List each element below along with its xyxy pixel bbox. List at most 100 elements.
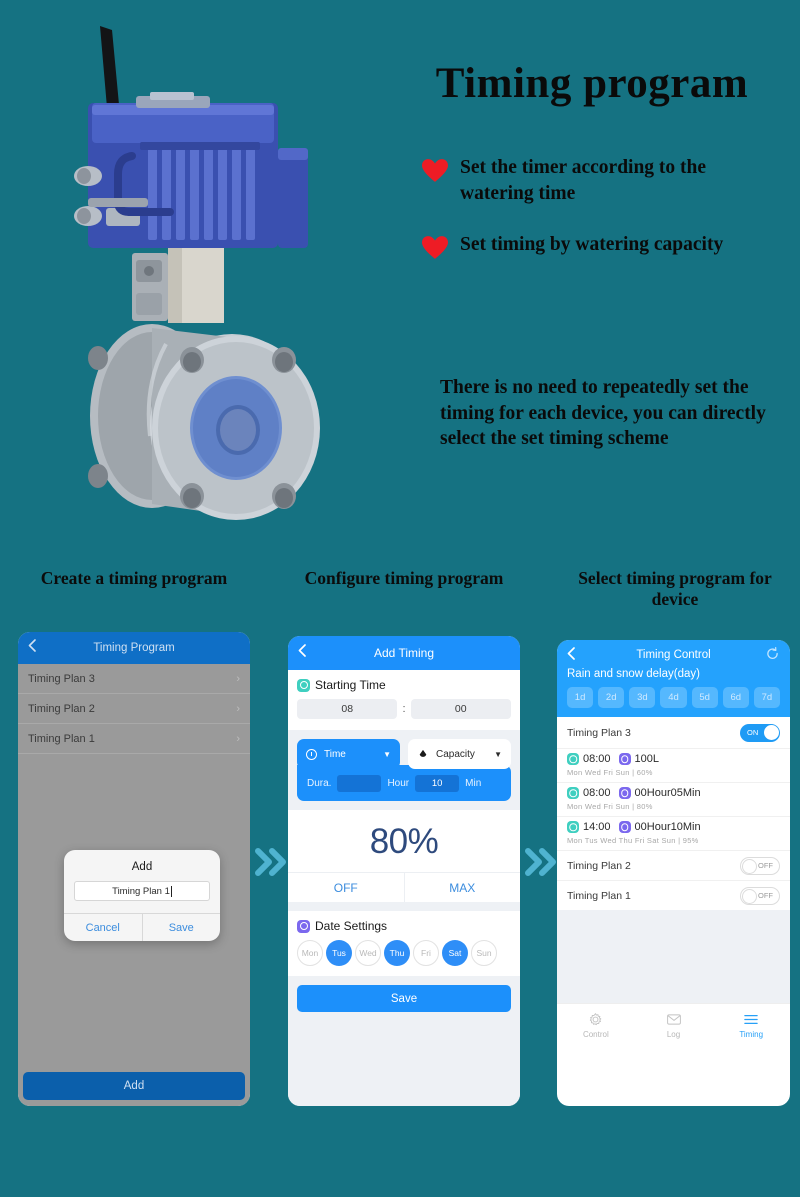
- refresh-icon[interactable]: [766, 647, 779, 660]
- delay-chip-5d[interactable]: 5d: [691, 687, 718, 708]
- tab-time-label: Time: [324, 748, 346, 760]
- list-item[interactable]: Timing Plan 3 ›: [18, 664, 250, 694]
- toggle-knob: [742, 858, 757, 874]
- capacity-square-icon: [618, 787, 631, 799]
- phone2-title: Add Timing: [373, 646, 435, 660]
- text-caret: [170, 885, 172, 897]
- plan-name: Timing Plan 2: [567, 859, 631, 872]
- cancel-button[interactable]: Cancel: [64, 914, 143, 941]
- delay-chip-6d[interactable]: 6d: [722, 687, 749, 708]
- list-item-label: Timing Plan 1: [28, 732, 95, 745]
- list-item[interactable]: Timing Plan 2 ›: [18, 694, 250, 724]
- chevron-down-icon: ▼: [383, 749, 391, 759]
- schedule-days: Mon Wed Fri Sun: [567, 768, 630, 777]
- clock-square-icon: [567, 821, 579, 833]
- schedule-row[interactable]: 14:00 00Hour10Min Mon Tus Wed Thu Fri Sa…: [557, 816, 790, 850]
- list-item[interactable]: Timing Plan 1 ›: [18, 724, 250, 754]
- schedule-amount: 00Hour10Min: [634, 821, 701, 833]
- schedule-percent: 95%: [682, 836, 699, 845]
- heart-icon: [422, 236, 448, 259]
- add-button[interactable]: Add: [23, 1072, 245, 1100]
- schedule-divider: |: [632, 802, 635, 811]
- duration-minute-input[interactable]: 10: [415, 774, 460, 792]
- tab-time[interactable]: Time ▼: [297, 739, 400, 769]
- plan-toggle[interactable]: OFF: [740, 886, 780, 905]
- nav-item-control[interactable]: Control: [557, 1012, 635, 1039]
- toggle-knob: [763, 725, 779, 740]
- chevron-right-icon: ›: [236, 732, 240, 745]
- capacity-square-icon: [618, 821, 631, 833]
- duration-minute-unit: Min: [465, 777, 482, 789]
- schedule-percent: 80%: [636, 802, 653, 811]
- calendar-icon: [297, 919, 310, 933]
- schedule-main: 14:00 00Hour10Min: [567, 821, 780, 833]
- day-chip-sun[interactable]: Sun: [471, 940, 497, 966]
- day-chip-wed[interactable]: Wed: [355, 940, 381, 966]
- duration-hour-unit: Hour: [387, 777, 410, 789]
- percent-actions: OFF MAX: [288, 872, 520, 902]
- day-chip-mon[interactable]: Mon: [297, 940, 323, 966]
- starting-time-inputs: 08 : 00: [297, 699, 511, 719]
- tab-capacity[interactable]: Capacity ▼: [408, 739, 511, 769]
- plan-toggle[interactable]: ON: [740, 723, 780, 742]
- delay-chip-7d[interactable]: 7d: [753, 687, 780, 708]
- chevron-left-icon[interactable]: [567, 647, 575, 660]
- schedule-divider: |: [632, 768, 635, 777]
- capacity-square-icon: [618, 753, 631, 765]
- day-chip-thu[interactable]: Thu: [384, 940, 410, 966]
- chevron-left-icon[interactable]: [28, 639, 36, 652]
- nav-item-label: Timing: [739, 1030, 764, 1039]
- timing-plan-list: Timing Plan 3 › Timing Plan 2 › Timing P…: [18, 664, 250, 754]
- product-image-ball-valve: [40, 8, 380, 548]
- hour-input[interactable]: 08: [297, 699, 398, 719]
- hero-description: There is no need to repeatedly set the t…: [440, 377, 766, 450]
- nav-item-timing[interactable]: Timing: [712, 1012, 790, 1039]
- delay-chip-1d[interactable]: 1d: [567, 687, 594, 708]
- day-chip-sat[interactable]: Sat: [442, 940, 468, 966]
- schedule-subtext: Mon Tus Wed Thu Fri Sat Sun | 95%: [567, 836, 780, 845]
- phone1-header: Timing Program: [18, 632, 250, 664]
- chevron-left-icon[interactable]: [298, 644, 306, 657]
- starting-time-section: Starting Time 08 : 00: [288, 670, 520, 730]
- time-separator: :: [402, 703, 406, 715]
- nav-item-log[interactable]: Log: [635, 1012, 713, 1039]
- step-headings: Create a timing program Configure timing…: [0, 568, 800, 626]
- step-heading-create: Create a timing program: [40, 568, 228, 588]
- timing-plan-row-2[interactable]: Timing Plan 2 OFF: [557, 850, 790, 880]
- plan-toggle-label: OFF: [758, 891, 773, 900]
- minute-input[interactable]: 00: [410, 699, 511, 719]
- schedule-row[interactable]: 08:00 100L Mon Wed Fri Sun | 60%: [557, 748, 790, 782]
- max-button[interactable]: MAX: [405, 873, 521, 902]
- duration-row: Dura. Hour 10 Min: [297, 765, 511, 801]
- list-icon: [712, 1012, 790, 1027]
- duration-hour-input[interactable]: [337, 774, 382, 792]
- schedule-time: 14:00: [583, 821, 611, 833]
- gear-icon: [557, 1012, 635, 1027]
- plan-toggle[interactable]: OFF: [740, 856, 780, 875]
- percent-value: 80%: [369, 822, 439, 861]
- delay-chip-4d[interactable]: 4d: [660, 687, 687, 708]
- day-chip-fri[interactable]: Fri: [413, 940, 439, 966]
- double-chevron-right-icon: [525, 848, 556, 876]
- plan-name-input[interactable]: Timing Plan 1: [74, 881, 210, 901]
- date-settings-label-row: Date Settings: [297, 919, 511, 933]
- step-heading-configure: Configure timing program: [304, 568, 504, 588]
- phone3-header: Timing Control Rain and snow delay(day) …: [557, 640, 790, 717]
- delay-chip-2d[interactable]: 2d: [598, 687, 625, 708]
- chevron-right-icon: ›: [236, 672, 240, 685]
- schedule-row[interactable]: 08:00 00Hour05Min Mon Wed Fri Sun | 80%: [557, 782, 790, 816]
- chevron-right-icon: ›: [236, 702, 240, 715]
- plan-name-input-value: Timing Plan 1: [112, 885, 170, 897]
- day-chip-tus[interactable]: Tus: [326, 940, 352, 966]
- save-button[interactable]: Save: [143, 914, 221, 941]
- plan-toggle-label: ON: [747, 728, 759, 737]
- page-title: Timing program: [435, 60, 749, 107]
- timing-plan-row-1[interactable]: Timing Plan 1 OFF: [557, 880, 790, 910]
- date-settings-section: Date Settings Mon Tus Wed Thu Fri Sat Su…: [288, 911, 520, 976]
- off-button[interactable]: OFF: [288, 873, 405, 902]
- schedule-amount: 100L: [634, 753, 660, 765]
- delay-chip-3d[interactable]: 3d: [629, 687, 656, 708]
- save-button[interactable]: Save: [297, 985, 511, 1012]
- water-drop-icon: [419, 749, 427, 757]
- list-item-label: Timing Plan 3: [28, 672, 95, 685]
